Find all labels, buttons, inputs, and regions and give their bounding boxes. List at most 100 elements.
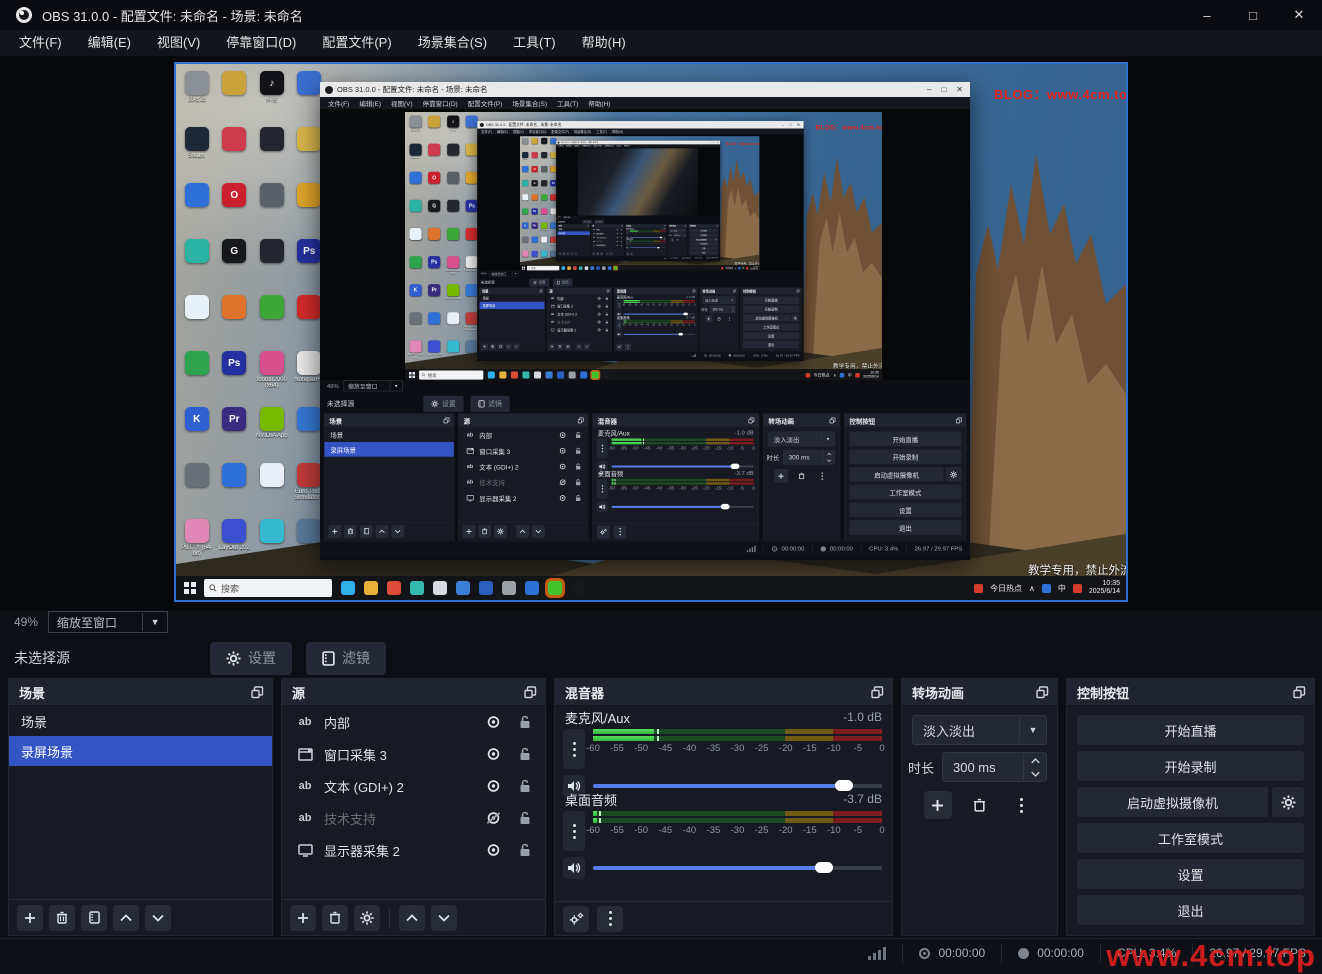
virtual-camera-config-button[interactable] bbox=[1272, 787, 1304, 817]
add-scene-button bbox=[328, 525, 341, 538]
source-properties-toolbar-button[interactable] bbox=[354, 905, 380, 931]
popout-icon[interactable] bbox=[524, 686, 537, 699]
source-visibility-toggle[interactable] bbox=[483, 811, 503, 825]
popout-icon[interactable] bbox=[871, 686, 884, 699]
mixer-channel-menu-button[interactable] bbox=[563, 811, 585, 851]
source-lock-toggle[interactable] bbox=[515, 715, 535, 729]
transition-menu-button[interactable] bbox=[1008, 791, 1036, 819]
start-recording-button[interactable]: 开始录制 bbox=[1077, 751, 1304, 781]
scene-move-up-button[interactable] bbox=[113, 905, 139, 931]
source-move-down-button[interactable] bbox=[431, 905, 457, 931]
source-move-down-button bbox=[532, 525, 545, 538]
scene-move-down-button bbox=[391, 525, 404, 538]
spin-down-button bbox=[730, 309, 735, 312]
menu-item[interactable]: 文件(F) bbox=[6, 30, 75, 56]
menu-item[interactable]: 编辑(E) bbox=[75, 30, 144, 56]
source-list-item[interactable]: ab 文本 (GDI+) 2 bbox=[282, 770, 545, 802]
source-lock-toggle bbox=[573, 447, 583, 454]
mixer-menu-button[interactable] bbox=[597, 906, 623, 932]
settings-button[interactable]: 设置 bbox=[1077, 859, 1304, 889]
source-lock-toggle[interactable] bbox=[515, 747, 535, 761]
source-move-up-button[interactable] bbox=[399, 905, 425, 931]
popout-icon[interactable] bbox=[251, 686, 264, 699]
source-visibility-toggle[interactable] bbox=[483, 715, 503, 729]
chevron-up-icon bbox=[827, 453, 831, 456]
start-streaming-button[interactable]: 开始直播 bbox=[1077, 715, 1304, 745]
nested-menu-item: 视图(V) bbox=[510, 129, 526, 134]
nested-menu-item: 编辑(E) bbox=[565, 145, 573, 148]
scene-move-down-button[interactable] bbox=[145, 905, 171, 931]
settings-button: 设置 bbox=[743, 332, 799, 339]
advanced-audio-button[interactable] bbox=[563, 906, 589, 932]
scene-filters-button[interactable] bbox=[81, 905, 107, 931]
popout-icon[interactable] bbox=[1036, 686, 1049, 699]
studio-mode-button[interactable]: 工作室模式 bbox=[1077, 823, 1304, 853]
source-list-item[interactable]: ab 显示器采集 2 bbox=[282, 834, 545, 866]
scene-list-item[interactable]: 场景 bbox=[9, 706, 272, 736]
remove-transition-button[interactable] bbox=[966, 791, 994, 819]
remove-source-button[interactable] bbox=[322, 905, 348, 931]
desktop-icon bbox=[291, 404, 329, 460]
volume-slider[interactable] bbox=[593, 857, 882, 879]
meter-tick-labels: -60-55-50-45-40-35-30-25-20-15-10-50 bbox=[593, 743, 882, 756]
popout-icon[interactable] bbox=[1293, 686, 1306, 699]
eye-icon bbox=[485, 715, 502, 729]
mixer-channel-menu-button[interactable] bbox=[563, 729, 585, 769]
menu-item[interactable]: 帮助(H) bbox=[569, 30, 639, 56]
source-list-item[interactable]: ab 技术支持 bbox=[282, 802, 545, 834]
start-virtual-camera-button[interactable]: 启动虚拟摄像机 bbox=[1077, 787, 1268, 817]
zoom-mode-label: 缩放至窗口 bbox=[344, 382, 390, 390]
desktop-icon bbox=[444, 311, 463, 339]
add-transition-button[interactable] bbox=[924, 791, 952, 819]
menu-item[interactable]: 工具(T) bbox=[500, 30, 569, 56]
zoom-mode-dropdown[interactable]: 缩放至窗口 ▼ bbox=[48, 611, 168, 633]
mixer-channel-volume-db: -3.7 dB bbox=[735, 469, 754, 476]
menu-item[interactable]: 停靠窗口(D) bbox=[213, 30, 309, 56]
source-lock-toggle[interactable] bbox=[515, 843, 535, 857]
source-visibility-toggle[interactable] bbox=[483, 843, 503, 857]
desktop-icon-glyph: Ps bbox=[551, 180, 557, 186]
maximize-button[interactable]: □ bbox=[1230, 0, 1276, 30]
desktop-icon: O bbox=[216, 180, 254, 236]
controls-button-stack: 开始直播 开始录制 启动虚拟摄像机 工作室模式 设置 退出 bbox=[690, 229, 718, 255]
remove-scene-button[interactable] bbox=[49, 905, 75, 931]
exit-button[interactable]: 退出 bbox=[1077, 895, 1304, 925]
source-filters-button[interactable]: 滤镜 bbox=[306, 642, 386, 675]
desktop-icon: Euro Truck Simulator 2 bbox=[549, 236, 558, 250]
desktop-icon-glyph bbox=[409, 200, 421, 212]
source-lock-toggle[interactable] bbox=[515, 811, 535, 825]
menu-item[interactable]: 视图(V) bbox=[144, 30, 213, 56]
spin-up-button[interactable] bbox=[1024, 754, 1046, 767]
source-lock-toggle[interactable] bbox=[515, 779, 535, 793]
source-visibility-toggle[interactable] bbox=[483, 779, 503, 793]
source-list-item[interactable]: ab 内部 bbox=[282, 706, 545, 738]
add-scene-button[interactable] bbox=[17, 905, 43, 931]
source-list: ab 内部 bbox=[459, 427, 588, 506]
desktop-icon bbox=[425, 142, 444, 170]
source-properties-button[interactable]: 设置 bbox=[210, 642, 292, 675]
volume-slider bbox=[612, 461, 754, 472]
source-name: 技术支持 bbox=[324, 809, 475, 828]
preview-canvas[interactable]: 回收站 ♪ 抖音 Steam bbox=[0, 57, 1322, 610]
close-button[interactable]: ✕ bbox=[1276, 0, 1322, 30]
desktop-icon-glyph: O bbox=[532, 166, 538, 172]
add-source-button[interactable] bbox=[290, 905, 316, 931]
volume-slider-handle[interactable] bbox=[815, 862, 833, 873]
source-visibility-toggle[interactable] bbox=[483, 747, 503, 761]
minimize-button[interactable]: – bbox=[1184, 0, 1230, 30]
spin-down-button[interactable] bbox=[1024, 767, 1046, 780]
desktop-icon-glyph bbox=[466, 144, 478, 156]
eye-icon bbox=[558, 432, 566, 439]
menu-item[interactable]: 场景集合(S) bbox=[405, 30, 500, 56]
start-recording-button: 开始录制 bbox=[690, 233, 718, 237]
source-list-item[interactable]: ab 窗口采集 3 bbox=[282, 738, 545, 770]
source-name: 技术支持 bbox=[557, 320, 594, 325]
lock-icon bbox=[519, 715, 531, 729]
duration-spinbox[interactable]: 300 ms bbox=[942, 752, 1047, 782]
zoom-mode-dropdown: 缩放至窗口 ▼ bbox=[489, 271, 519, 276]
source-name: 窗口采集 3 bbox=[479, 446, 553, 455]
transition-type-dropdown[interactable]: 淡入淡出 ▼ bbox=[912, 715, 1047, 745]
mute-toggle-button[interactable] bbox=[563, 857, 585, 879]
scene-list-item[interactable]: 录屏场景 bbox=[9, 736, 272, 766]
menu-item[interactable]: 配置文件(P) bbox=[309, 30, 404, 56]
